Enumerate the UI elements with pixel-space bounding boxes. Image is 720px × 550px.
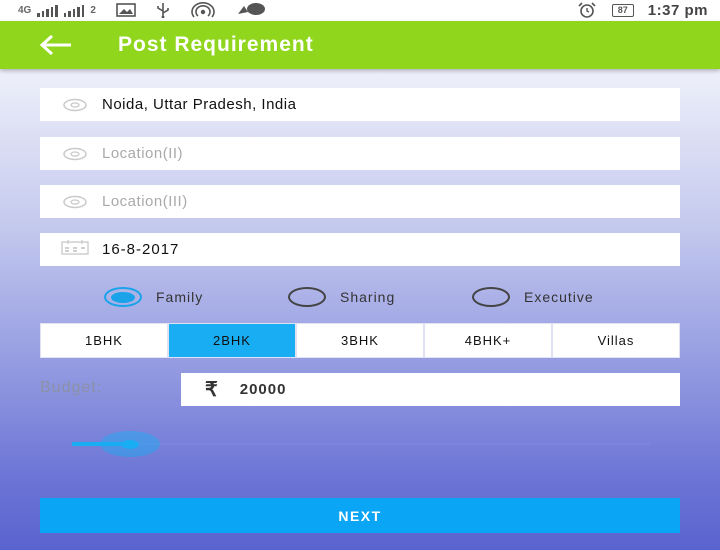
status-right: 87 1:37 pm xyxy=(576,1,708,20)
bhk-option-villas[interactable]: Villas xyxy=(553,324,679,357)
bhk-option-1bhk[interactable]: 1BHK xyxy=(41,324,167,357)
radio-sharing[interactable]: Sharing xyxy=(288,287,395,307)
occupancy-radio-group: Family Sharing Executive xyxy=(0,287,720,311)
slider-thumb[interactable] xyxy=(99,431,160,457)
budget-input[interactable] xyxy=(239,381,640,398)
hotspot-icon xyxy=(190,1,216,20)
radio-executive[interactable]: Executive xyxy=(472,287,594,307)
budget-label: Budget: xyxy=(40,379,103,396)
location-pin-icon xyxy=(62,194,88,210)
location-field-2[interactable] xyxy=(40,137,680,170)
location-input-3[interactable] xyxy=(102,193,622,210)
radio-label-family: Family xyxy=(156,289,204,305)
budget-field[interactable]: ₹ xyxy=(181,373,680,406)
rupee-icon: ₹ xyxy=(205,379,218,401)
usb-icon xyxy=(156,2,170,20)
page-title: Post Requirement xyxy=(118,33,314,56)
location-input-1[interactable] xyxy=(102,96,622,113)
location-input-2[interactable] xyxy=(102,145,622,162)
next-button[interactable]: NEXT xyxy=(40,498,680,533)
chat-notification-icon xyxy=(236,2,266,20)
radio-circle xyxy=(288,287,326,307)
location-field-3[interactable] xyxy=(40,185,680,218)
radio-label-sharing: Sharing xyxy=(340,289,396,305)
radio-family[interactable]: Family xyxy=(104,287,203,307)
bhk-option-4bhk-plus[interactable]: 4BHK+ xyxy=(425,324,551,357)
status-left: 4G 2 xyxy=(18,1,266,20)
date-value: 16-8-2017 xyxy=(102,241,180,258)
signal-sim2-icon xyxy=(63,4,85,17)
location-field-1[interactable] xyxy=(40,88,680,121)
sim2-label: 2 xyxy=(90,5,96,16)
bhk-option-2bhk[interactable]: 2BHK xyxy=(169,324,295,357)
network-type-label: 4G xyxy=(18,5,32,16)
alarm-icon xyxy=(576,1,598,20)
location-pin-icon xyxy=(62,146,88,162)
arrow-left-icon xyxy=(39,34,71,56)
bhk-selector: 1BHK 2BHK 3BHK 4BHK+ Villas xyxy=(40,323,680,358)
status-bar: 4G 2 87 1:37 pm xyxy=(0,0,720,21)
date-field[interactable]: 16-8-2017 xyxy=(40,233,680,266)
location-pin-icon xyxy=(62,97,88,113)
radio-circle xyxy=(472,287,510,307)
calendar-icon xyxy=(60,239,90,260)
app-bar: Post Requirement xyxy=(0,21,720,69)
clock: 1:37 pm xyxy=(647,2,708,19)
radio-label-executive: Executive xyxy=(524,289,594,305)
image-notification-icon xyxy=(116,2,136,19)
back-button[interactable] xyxy=(36,25,76,65)
radio-circle xyxy=(104,287,142,307)
battery-indicator: 87 xyxy=(611,4,634,17)
bhk-option-3bhk[interactable]: 3BHK xyxy=(297,324,423,357)
signal-icon xyxy=(37,4,58,17)
budget-slider[interactable] xyxy=(72,430,650,458)
